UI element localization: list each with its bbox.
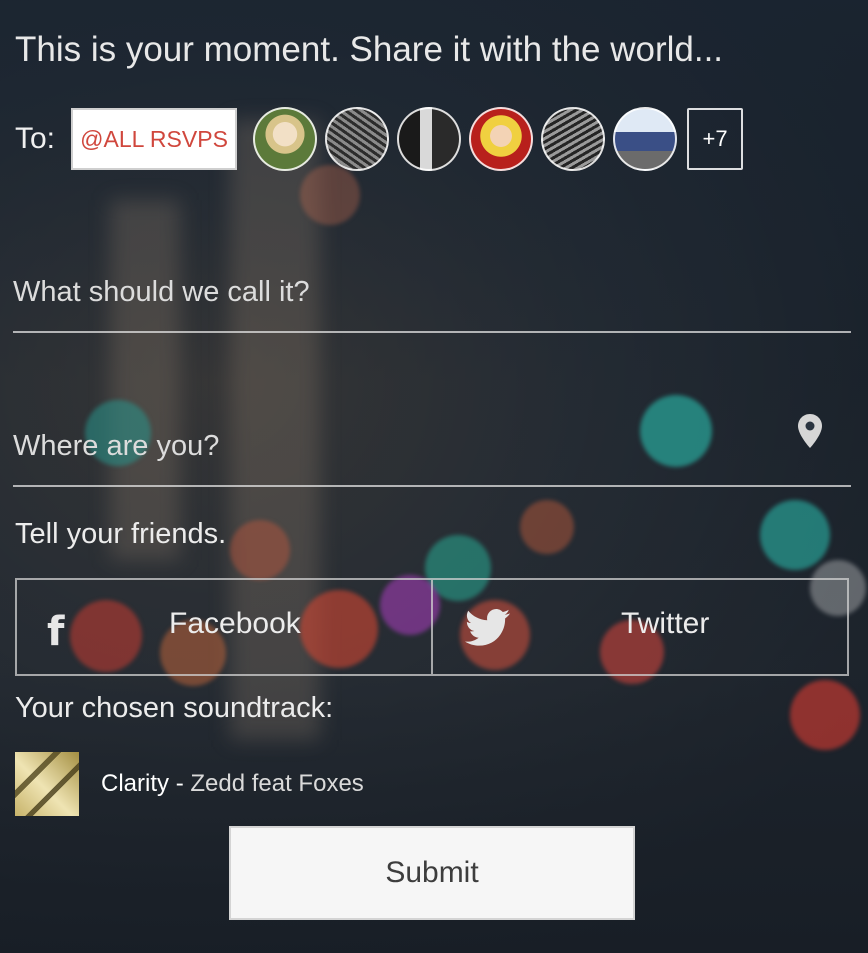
twitter-share-button[interactable]: Twitter [431,580,847,674]
track-info: Clarity - Zedd feat Foxes [101,770,364,798]
twitter-label: Twitter [621,607,710,640]
facebook-label: Facebook [169,607,301,640]
avatar[interactable] [325,107,390,171]
soundtrack-heading: Your chosen soundtrack: [15,692,334,724]
avatar[interactable] [397,107,462,171]
to-label: To: [15,122,56,155]
moment-name-field [13,276,851,333]
map-pin-icon[interactable] [797,413,823,449]
social-share-group: f Facebook Twitter [15,578,849,676]
avatar[interactable] [613,107,678,171]
all-rsvps-chip[interactable]: @ALL RSVPS [71,108,238,170]
track-title: Clarity [101,770,170,797]
recipients-row: To: @ALL RSVPS +7 [15,107,744,171]
avatar[interactable] [253,107,318,171]
location-field [13,414,851,487]
track-separator: - [175,770,184,797]
avatar[interactable] [469,107,534,171]
tell-friends-heading: Tell your friends. [15,518,227,550]
soundtrack-item[interactable]: Clarity - Zedd feat Foxes [15,752,364,816]
submit-button[interactable]: Submit [229,826,635,920]
twitter-bird-icon [465,609,511,646]
track-artist: Zedd feat Foxes [190,770,364,797]
album-art [15,752,79,816]
more-recipients-button[interactable]: +7 [687,108,744,170]
page-headline: This is your moment. Share it with the w… [15,30,724,69]
moment-name-input[interactable] [13,276,851,309]
facebook-share-button[interactable]: f Facebook [17,580,431,674]
avatar[interactable] [541,107,606,171]
facebook-icon: f [47,609,65,655]
location-input[interactable] [13,430,851,463]
